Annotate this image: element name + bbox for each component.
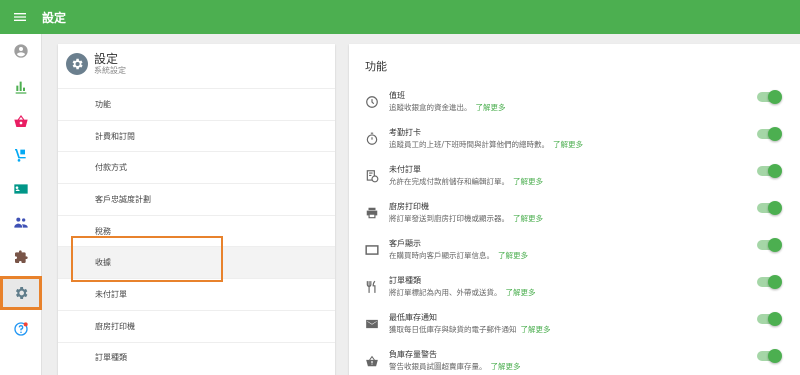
settings-menu-item[interactable]: 付款方式 (58, 151, 335, 183)
settings-menu-item[interactable]: 功能 (58, 88, 335, 120)
help-icon (14, 322, 28, 336)
feature-toggle[interactable] (757, 275, 782, 289)
sidebar-item-settings[interactable] (0, 276, 42, 310)
sidebar-item-account[interactable] (0, 34, 42, 68)
features-card: 功能 值班 追蹤收銀盒的資金進出。 了解更多 考勤打卡 追蹤員工的上班/下班時間與… (349, 44, 800, 375)
learn-more-link[interactable]: 了解更多 (521, 325, 551, 334)
hand-truck-icon (15, 149, 26, 162)
settings-header: 設定 系統設定 (66, 52, 126, 76)
feature-toggle[interactable] (757, 238, 782, 252)
basket-alert-icon (365, 353, 379, 367)
feature-row: 訂單種類 將訂單標記為內用、外帶或送貨。 了解更多 (349, 271, 800, 307)
feature-toggle[interactable] (757, 349, 782, 363)
settings-menu-item[interactable]: 廚房打印機 (58, 309, 335, 342)
feature-description: 在購買時向客戶顯示訂單信息。 了解更多 (389, 251, 528, 260)
settings-menu-item[interactable]: 計費和訂閱 (58, 119, 335, 152)
email-icon (365, 316, 379, 330)
settings-subtitle: 系統設定 (94, 66, 126, 75)
people-icon (14, 217, 28, 228)
top-app-bar: 設定 (0, 0, 800, 34)
features-title: 功能 (365, 60, 387, 73)
settings-menu: 功能 計費和訂閱 付款方式 客戶忠誠度計劃 稅務 收據 未付訂單 廚房打印機 訂… (58, 88, 335, 373)
gear-icon (66, 53, 88, 75)
display-icon (365, 242, 379, 256)
learn-more-link[interactable]: 了解更多 (506, 288, 536, 297)
pending-receipt-icon (365, 168, 379, 183)
feature-description: 追蹤員工的上班/下班時間與計算他們的總時數。 了解更多 (389, 140, 584, 149)
sidebar-item-addons[interactable] (0, 240, 42, 274)
settings-menu-item[interactable]: 稅務 (58, 214, 335, 247)
feature-toggle[interactable] (757, 164, 782, 178)
feature-name: 值班 (389, 91, 405, 100)
basket-icon (14, 115, 28, 127)
settings-card: 設定 系統設定 功能 計費和訂閱 付款方式 客戶忠誠度計劃 稅務 收據 未付訂單… (58, 44, 335, 375)
badge-icon (14, 184, 28, 194)
gear-icon (15, 287, 28, 299)
feature-toggle[interactable] (757, 201, 782, 215)
learn-more-link[interactable]: 了解更多 (513, 177, 543, 186)
feature-row: 未付訂單 允許在完成付款前儲存和編輯訂單。 了解更多 (349, 160, 800, 196)
learn-more-link[interactable]: 了解更多 (476, 103, 506, 112)
settings-menu-item[interactable]: 未付訂單 (58, 278, 335, 310)
learn-more-link[interactable]: 了解更多 (513, 214, 543, 223)
feature-row: 值班 追蹤收銀盒的資金進出。 了解更多 (349, 86, 800, 122)
feature-description: 獲取每日低庫存與缺貨的電子郵件通知 了解更多 (389, 325, 551, 334)
sidebar-item-help[interactable] (0, 312, 42, 346)
fork-knife-icon (365, 279, 379, 293)
sidebar-item-sales[interactable] (0, 104, 42, 138)
feature-description: 將訂單發送到廚房打印機或顯示器。 了解更多 (389, 214, 543, 223)
feature-name: 最低庫存通知 (389, 313, 437, 322)
feature-description: 允許在完成付款前儲存和編輯訂單。 了解更多 (389, 177, 543, 186)
feature-name: 廚房打印機 (389, 202, 429, 211)
settings-menu-item-selected[interactable]: 收據 (58, 246, 335, 279)
sidebar-item-employees[interactable] (0, 172, 42, 206)
feature-name: 訂單種類 (389, 276, 421, 285)
account-circle-icon (14, 44, 28, 58)
page-title: 設定 (42, 10, 67, 25)
menu-icon[interactable] (0, 0, 40, 34)
settings-title: 設定 (94, 52, 119, 66)
feature-row: 廚房打印機 將訂單發送到廚房打印機或顯示器。 了解更多 (349, 197, 800, 233)
feature-name: 客戶顯示 (389, 239, 421, 248)
sidebar (0, 34, 42, 375)
sidebar-item-customers[interactable] (0, 206, 42, 240)
feature-description: 追蹤收銀盒的資金進出。 了解更多 (389, 103, 506, 112)
clock-icon (365, 94, 379, 108)
puzzle-icon (15, 250, 28, 263)
stopwatch-icon (365, 131, 379, 145)
bar-chart-icon (15, 81, 27, 94)
feature-row: 客戶顯示 在購買時向客戶顯示訂單信息。 了解更多 (349, 234, 800, 270)
feature-name: 負庫存量警告 (389, 350, 437, 359)
learn-more-link[interactable]: 了解更多 (553, 140, 583, 149)
feature-description: 警告收銀員試圖超賣庫存量。 了解更多 (389, 362, 521, 371)
feature-toggle[interactable] (757, 127, 782, 141)
settings-menu-item[interactable]: 客戶忠誠度計劃 (58, 183, 335, 215)
learn-more-link[interactable]: 了解更多 (498, 251, 528, 260)
feature-row: 負庫存量警告 警告收銀員試圖超賣庫存量。 了解更多 (349, 345, 800, 375)
sidebar-item-inventory[interactable] (0, 138, 42, 172)
feature-name: 未付訂單 (389, 165, 421, 174)
feature-toggle[interactable] (757, 312, 782, 326)
sidebar-item-reports[interactable] (0, 70, 42, 104)
feature-name: 考勤打卡 (389, 128, 421, 137)
feature-toggle[interactable] (757, 90, 782, 104)
settings-menu-item[interactable]: 訂單種類 (58, 341, 335, 374)
feature-row: 最低庫存通知 獲取每日低庫存與缺貨的電子郵件通知 了解更多 (349, 308, 800, 344)
feature-description: 將訂單標記為內用、外帶或送貨。 了解更多 (389, 288, 536, 297)
printer-icon (365, 205, 379, 219)
feature-row: 考勤打卡 追蹤員工的上班/下班時間與計算他們的總時數。 了解更多 (349, 123, 800, 159)
learn-more-link[interactable]: 了解更多 (491, 362, 521, 371)
